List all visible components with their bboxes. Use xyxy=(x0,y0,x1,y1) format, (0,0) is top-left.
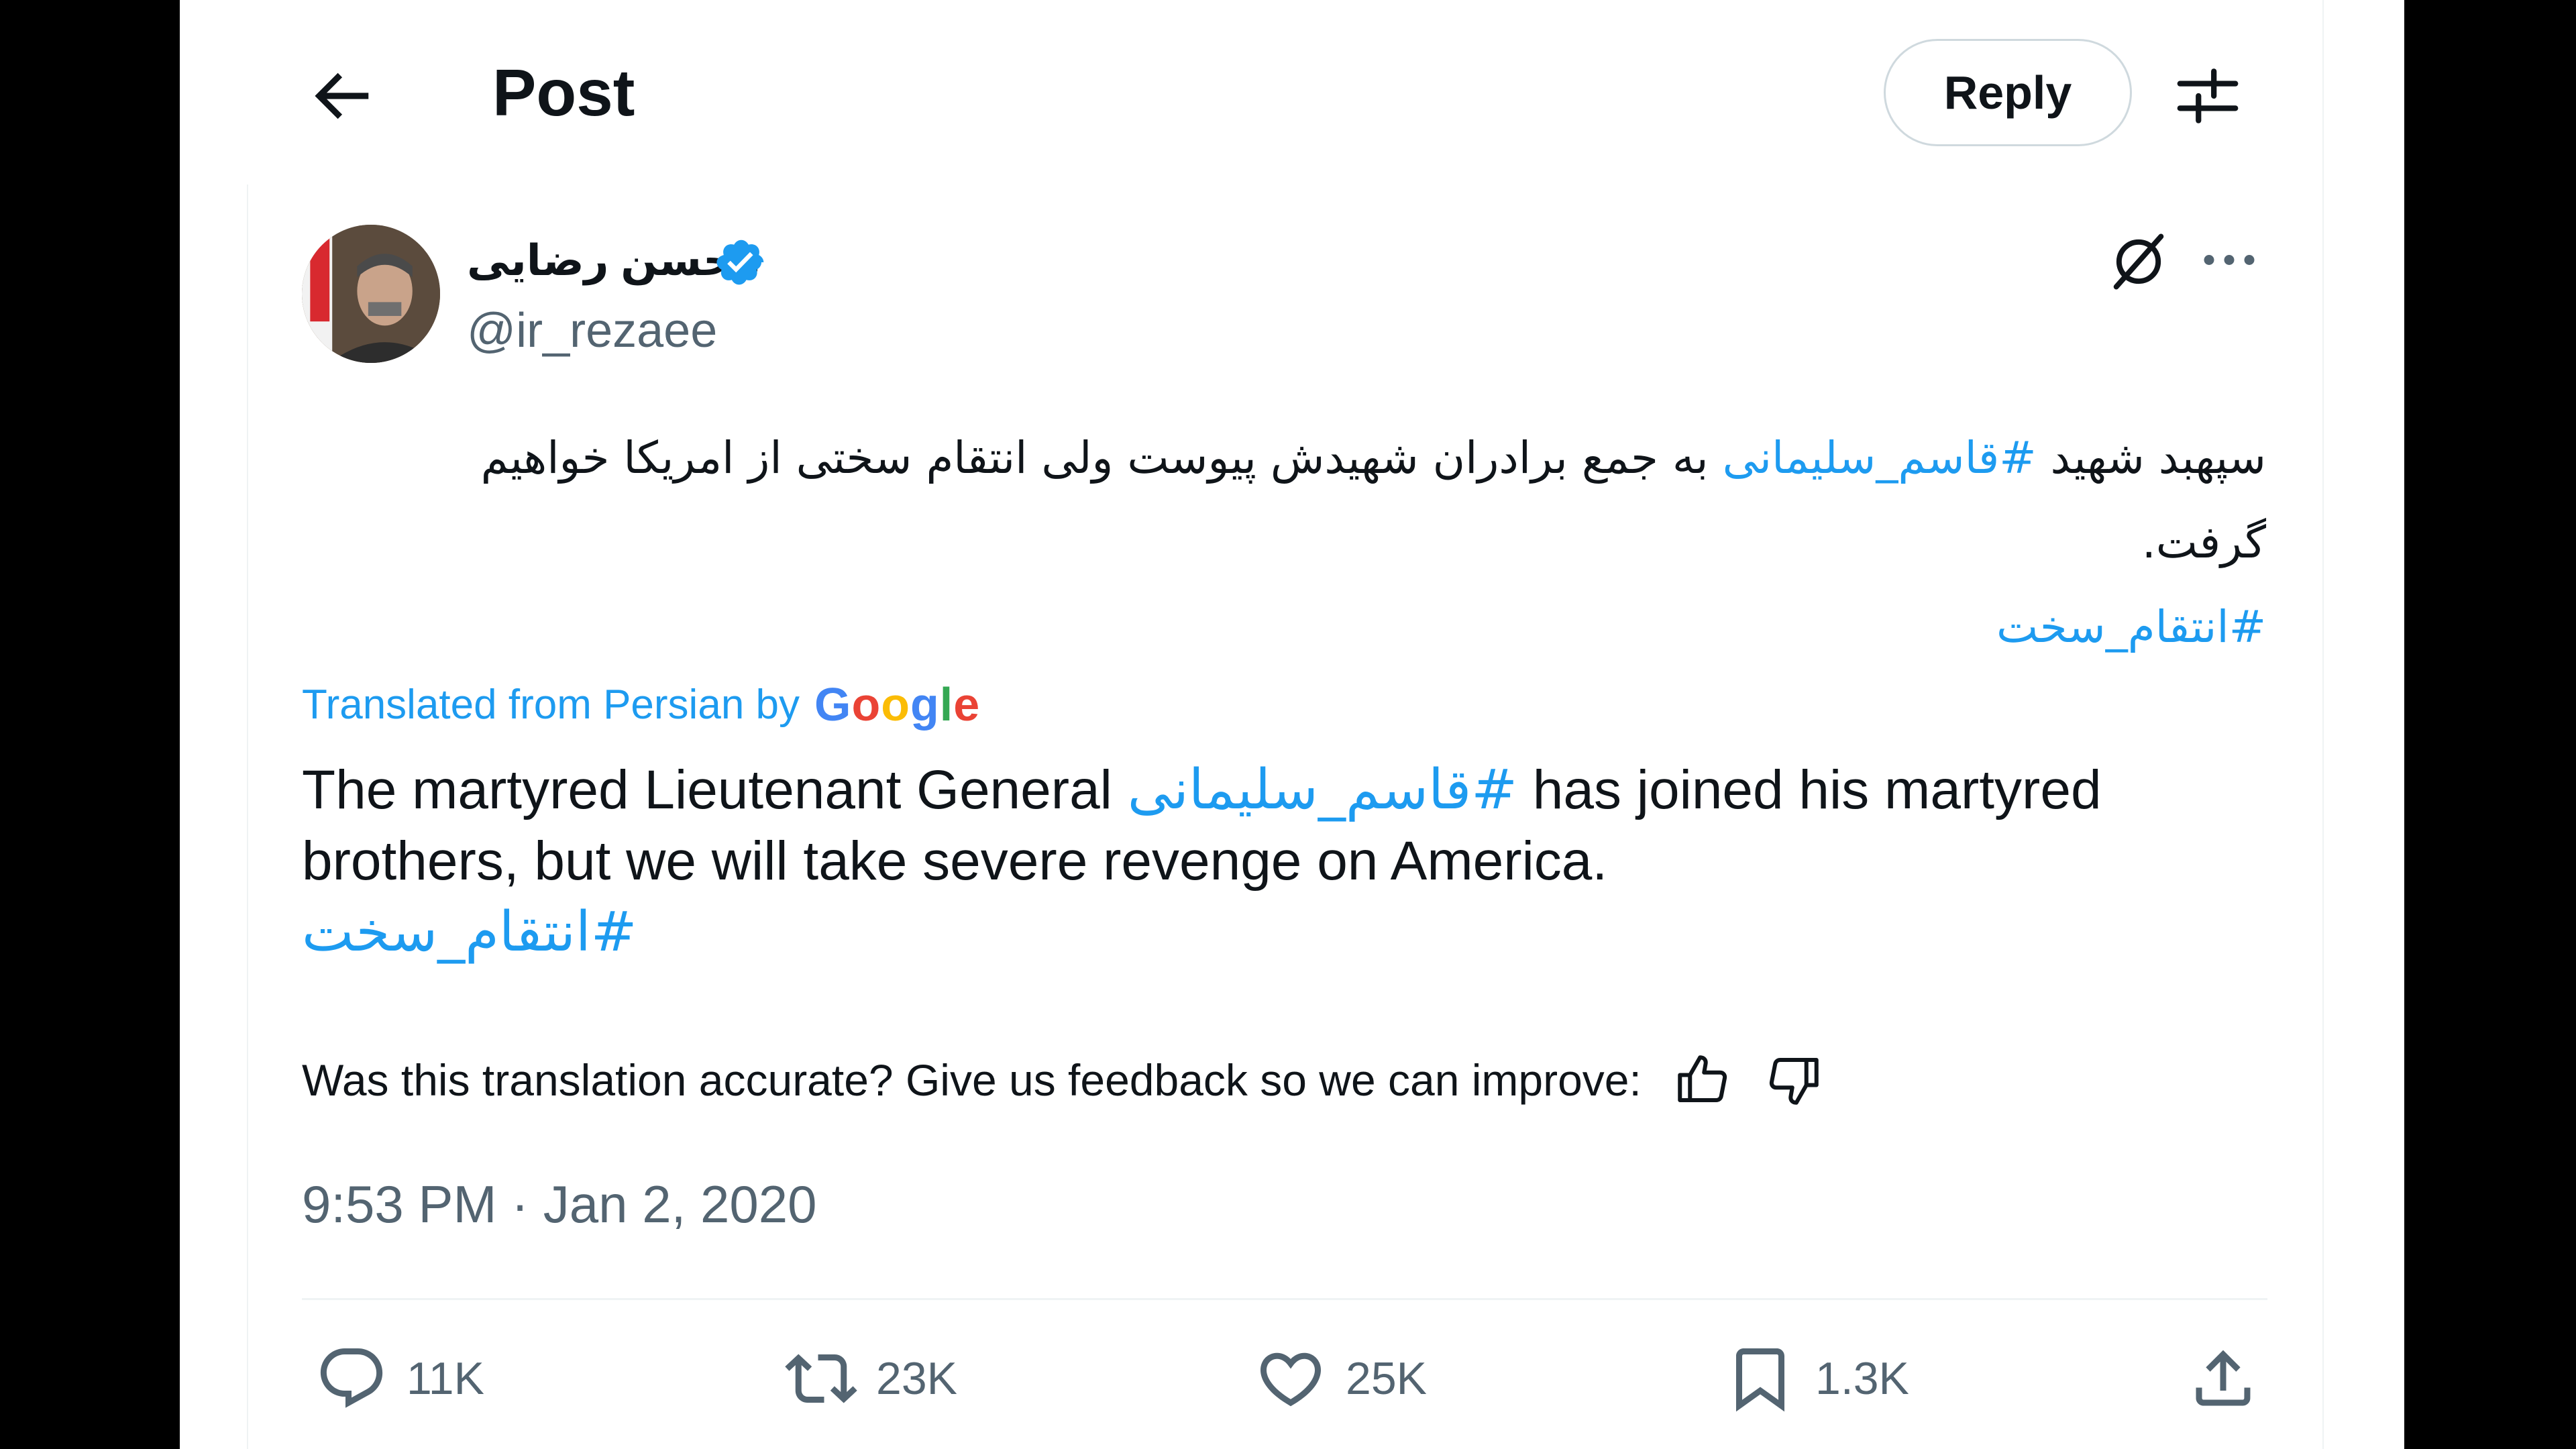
action-bar: 11K 23K 25K 1.3K xyxy=(302,1335,2267,1422)
grok-icon[interactable] xyxy=(2105,228,2172,295)
hashtag-link[interactable]: #انتقام_سخت xyxy=(302,900,637,964)
thumbs-down-icon[interactable] xyxy=(1764,1050,1824,1110)
bookmark-count: 1.3K xyxy=(1815,1353,1909,1404)
back-arrow-icon[interactable] xyxy=(304,59,378,133)
reply-count: 11K xyxy=(407,1353,484,1404)
repost-count: 23K xyxy=(876,1353,957,1404)
column-divider xyxy=(247,184,248,1449)
repost-action-button[interactable]: 23K xyxy=(785,1335,957,1422)
share-icon xyxy=(2196,1350,2251,1406)
page-title: Post xyxy=(492,56,635,129)
google-logo: Google xyxy=(814,678,981,731)
reply-action-button[interactable]: 11K xyxy=(315,1335,484,1422)
like-action-button[interactable]: 25K xyxy=(1254,1335,1427,1422)
reply-button[interactable]: Reply xyxy=(1884,39,2132,146)
verified-badge-icon xyxy=(715,236,767,288)
like-count: 25K xyxy=(1346,1353,1427,1404)
post-timestamp[interactable]: 9:53 PM · Jan 2, 2020 xyxy=(302,1171,816,1238)
divider xyxy=(302,1298,2267,1300)
hashtag-link[interactable]: #قاسم_سلیمانی xyxy=(1128,758,1517,822)
bookmark-icon xyxy=(1736,1348,1784,1412)
tweet-text-original: سپهبد شهید #قاسم_سلیمانی به جمع برادران … xyxy=(354,416,2266,669)
translation-attribution: Translated from Persian by Google xyxy=(302,674,980,735)
sliders-icon[interactable] xyxy=(2171,59,2245,133)
translation-feedback: Was this translation accurate? Give us f… xyxy=(302,1046,1824,1114)
column-divider xyxy=(2322,0,2324,1449)
tweet-text-translated: The martyred Lieutenant General #قاسم_سل… xyxy=(302,755,2247,968)
feedback-prompt: Was this translation accurate? Give us f… xyxy=(302,1055,1642,1105)
tweet-text: سپهبد شهید xyxy=(2036,432,2266,484)
post-page: Post Reply محسن رضایی @ir_rezaee سپهبد ش… xyxy=(180,0,2404,1449)
translated-text: The martyred Lieutenant General xyxy=(302,759,1128,820)
share-action-button[interactable] xyxy=(2187,1335,2259,1422)
heart-icon xyxy=(1260,1352,1322,1407)
hashtag-link[interactable]: #انتقام_سخت xyxy=(1996,601,2266,653)
bookmark-action-button[interactable]: 1.3K xyxy=(1724,1335,1909,1422)
repost-icon xyxy=(785,1354,857,1403)
translated-label: Translated from Persian by xyxy=(302,681,800,728)
more-options-icon[interactable] xyxy=(2199,235,2259,288)
hashtag-link[interactable]: #قاسم_سلیمانی xyxy=(1723,432,2037,484)
author-handle[interactable]: @ir_rezaee xyxy=(467,301,717,361)
reply-bubble-icon xyxy=(320,1348,383,1408)
avatar[interactable] xyxy=(302,225,440,363)
thumbs-up-icon[interactable] xyxy=(1672,1050,1733,1110)
